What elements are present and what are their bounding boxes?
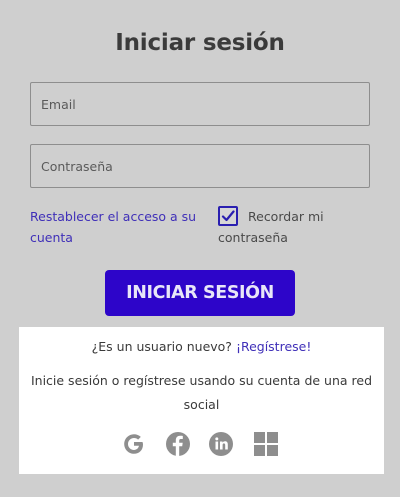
page-title: Iniciar sesión [115, 30, 285, 56]
login-button[interactable]: INICIAR SESIÓN [105, 270, 295, 316]
new-user-line: ¿Es un usuario nuevo? ¡Regístrese! [19, 339, 384, 354]
remember-me: Recordar mi contraseña [218, 206, 368, 248]
new-user-question: ¿Es un usuario nuevo? [91, 339, 232, 354]
linkedin-icon[interactable] [208, 431, 234, 457]
google-icon[interactable] [121, 431, 147, 457]
social-login-panel: ¿Es un usuario nuevo? ¡Regístrese! Inici… [19, 327, 384, 474]
remember-me-checkbox[interactable] [218, 206, 238, 226]
email-field[interactable] [30, 82, 370, 126]
windows-icon[interactable] [253, 431, 279, 457]
facebook-icon[interactable] [165, 431, 191, 457]
password-field[interactable] [30, 144, 370, 188]
reset-access-link[interactable]: Restablecer el acceso a su cuenta [30, 206, 205, 248]
social-login-text: Inicie sesión o regístrese usando su cue… [30, 373, 373, 412]
signup-link[interactable]: ¡Regístrese! [236, 339, 311, 354]
checkmark-icon [221, 210, 235, 222]
remember-me-label: Recordar mi contraseña [218, 209, 324, 245]
